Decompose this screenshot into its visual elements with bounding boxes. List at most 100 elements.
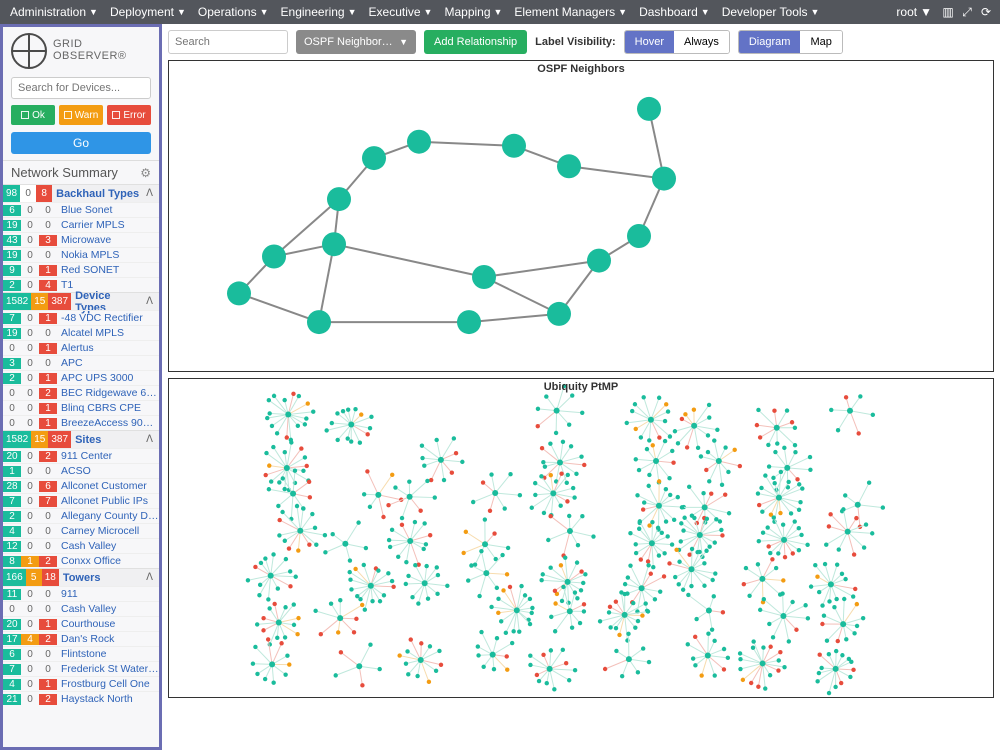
ptmp-node[interactable]: [280, 510, 284, 514]
ptmp-node[interactable]: [296, 424, 300, 428]
ptmp-node[interactable]: [715, 428, 719, 432]
ptmp-node[interactable]: [835, 562, 839, 566]
ptmp-node[interactable]: [267, 606, 271, 610]
ptmp-node[interactable]: [770, 557, 774, 561]
ptmp-node[interactable]: [793, 519, 797, 523]
ptmp-node[interactable]: [565, 499, 569, 503]
ptmp-hub[interactable]: [348, 421, 354, 427]
ptmp-node[interactable]: [574, 472, 578, 476]
ptmp-node[interactable]: [664, 519, 668, 523]
ptmp-node[interactable]: [662, 574, 666, 578]
list-item[interactable]: 2002911 Center: [3, 448, 159, 463]
ptmp-node[interactable]: [747, 594, 751, 598]
ptmp-node[interactable]: [450, 471, 454, 475]
ptmp-node[interactable]: [492, 667, 496, 671]
ptmp-hub[interactable]: [716, 458, 722, 464]
ptmp-node[interactable]: [397, 653, 401, 657]
ptmp-node[interactable]: [311, 410, 315, 414]
ptmp-node[interactable]: [741, 678, 745, 682]
ptmp-node[interactable]: [310, 512, 314, 516]
ptmp-node[interactable]: [852, 552, 856, 556]
ptmp-node[interactable]: [834, 597, 838, 601]
user-menu[interactable]: root▼: [896, 5, 932, 19]
ptmp-node[interactable]: [426, 597, 430, 601]
ptmp-node[interactable]: [836, 428, 840, 432]
ptmp-node[interactable]: [271, 445, 275, 449]
ptmp-node[interactable]: [668, 434, 672, 438]
ptmp-node[interactable]: [573, 590, 577, 594]
ptmp-node[interactable]: [797, 482, 801, 486]
ptmp-node[interactable]: [657, 396, 661, 400]
ptmp-node[interactable]: [285, 435, 289, 439]
ptmp-node[interactable]: [768, 673, 772, 677]
ptmp-node[interactable]: [476, 644, 480, 648]
ptmp-node[interactable]: [657, 479, 661, 483]
ptmp-node[interactable]: [762, 597, 766, 601]
ptmp-node[interactable]: [307, 542, 311, 546]
ptmp-node[interactable]: [336, 630, 340, 634]
ptmp-node[interactable]: [651, 443, 655, 447]
ptmp-node[interactable]: [727, 511, 731, 515]
ptmp-node[interactable]: [267, 463, 271, 467]
ptmp-node[interactable]: [393, 485, 397, 489]
ptmp-node[interactable]: [633, 625, 637, 629]
ospf-node[interactable]: [327, 187, 351, 211]
ptmp-node[interactable]: [288, 569, 292, 573]
ptmp-node[interactable]: [582, 609, 586, 613]
ptmp-node[interactable]: [368, 426, 372, 430]
ptmp-node[interactable]: [778, 650, 782, 654]
list-item[interactable]: 1900Alcatel MPLS: [3, 325, 159, 340]
ptmp-hub[interactable]: [514, 607, 520, 613]
ptmp-node[interactable]: [702, 561, 706, 565]
ptmp-node[interactable]: [694, 617, 698, 621]
ptmp-node[interactable]: [623, 582, 627, 586]
list-item[interactable]: 812Conxx Office: [3, 553, 159, 568]
ptmp-node[interactable]: [864, 522, 868, 526]
ptmp-node[interactable]: [662, 551, 666, 555]
ptmp-node[interactable]: [833, 685, 837, 689]
ptmp-node[interactable]: [479, 549, 483, 553]
ptmp-hub[interactable]: [557, 459, 563, 465]
list-item[interactable]: 300APC: [3, 355, 159, 370]
ptmp-node[interactable]: [723, 445, 727, 449]
ptmp-hub[interactable]: [297, 528, 303, 534]
ptmp-node[interactable]: [528, 663, 532, 667]
ptmp-node[interactable]: [867, 481, 871, 485]
ptmp-node[interactable]: [649, 572, 653, 576]
ptmp-hub[interactable]: [490, 652, 496, 658]
ptmp-node[interactable]: [488, 509, 492, 513]
ptmp-node[interactable]: [631, 601, 635, 605]
ptmp-node[interactable]: [603, 667, 607, 671]
ptmp-node[interactable]: [496, 597, 500, 601]
ptmp-node[interactable]: [628, 531, 632, 535]
list-item[interactable]: 2806Allconet Customer: [3, 478, 159, 493]
ptmp-node[interactable]: [692, 516, 696, 520]
ptmp-node[interactable]: [454, 451, 458, 455]
ptmp-node[interactable]: [539, 578, 543, 582]
ptmp-node[interactable]: [541, 460, 545, 464]
ptmp-node[interactable]: [761, 645, 765, 649]
ptmp-node[interactable]: [691, 656, 695, 660]
ptmp-node[interactable]: [772, 515, 776, 519]
ptmp-node[interactable]: [657, 553, 661, 557]
ptmp-node[interactable]: [314, 543, 318, 547]
ptmp-node[interactable]: [285, 654, 289, 658]
ptmp-node[interactable]: [323, 550, 327, 554]
ptmp-node[interactable]: [780, 591, 784, 595]
ptmp-node[interactable]: [295, 632, 299, 636]
ptmp-node[interactable]: [289, 440, 293, 444]
ptmp-node[interactable]: [789, 511, 793, 515]
ptmp-node[interactable]: [787, 639, 791, 643]
list-item[interactable]: 600Blue Sonet: [3, 202, 159, 217]
ptmp-node[interactable]: [681, 588, 685, 592]
menu-operations[interactable]: Operations▼: [194, 5, 273, 19]
ptmp-hub[interactable]: [691, 423, 697, 429]
ptmp-node[interactable]: [766, 443, 770, 447]
list-item[interactable]: 001BreezeAccess 900 AU: [3, 415, 159, 430]
ptmp-node[interactable]: [719, 528, 723, 532]
ptmp-node[interactable]: [284, 557, 288, 561]
ptmp-node[interactable]: [571, 486, 575, 490]
ptmp-node[interactable]: [817, 590, 821, 594]
ptmp-node[interactable]: [738, 651, 742, 655]
menu-executive[interactable]: Executive▼: [365, 5, 437, 19]
